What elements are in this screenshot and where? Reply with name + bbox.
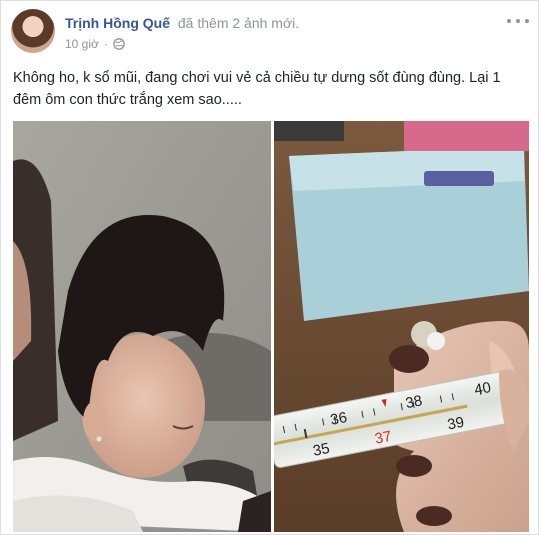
globe-icon[interactable] xyxy=(113,38,125,50)
post-action-text: đã thêm 2 ảnh mới. xyxy=(177,15,300,31)
post-text: Không ho, k sổ mũi, đang chơi vui vẻ cả … xyxy=(13,70,501,108)
author-name-link[interactable]: Trịnh Hồng Quế xyxy=(65,15,170,31)
post-meta: 10 giờ · xyxy=(65,37,125,51)
photo-sleeping-child[interactable] xyxy=(13,121,271,532)
thermo-scale-bottom-1: 35 xyxy=(312,440,332,460)
photo-grid: 36 38 40 35 37 39 xyxy=(13,121,529,532)
thermo-scale-top-2: 38 xyxy=(404,392,424,412)
more-options-icon[interactable] xyxy=(507,15,529,27)
thermo-scale-bottom-3: 39 xyxy=(446,414,466,434)
post-card: Trịnh Hồng Quế đã thêm 2 ảnh mới. 10 giờ… xyxy=(0,0,539,535)
author-line: Trịnh Hồng Quế đã thêm 2 ảnh mới. xyxy=(65,15,299,31)
thermo-scale-top-1: 36 xyxy=(329,409,349,429)
post-timestamp[interactable]: 10 giờ xyxy=(65,37,99,51)
thermo-scale-bottom-2: 37 xyxy=(373,428,393,448)
photo-thermometer[interactable]: 36 38 40 35 37 39 xyxy=(274,121,529,532)
post-header: Trịnh Hồng Quế đã thêm 2 ảnh mới. 10 giờ… xyxy=(11,9,531,59)
thermo-scale-top-3: 40 xyxy=(473,379,493,399)
author-avatar[interactable] xyxy=(11,9,55,53)
